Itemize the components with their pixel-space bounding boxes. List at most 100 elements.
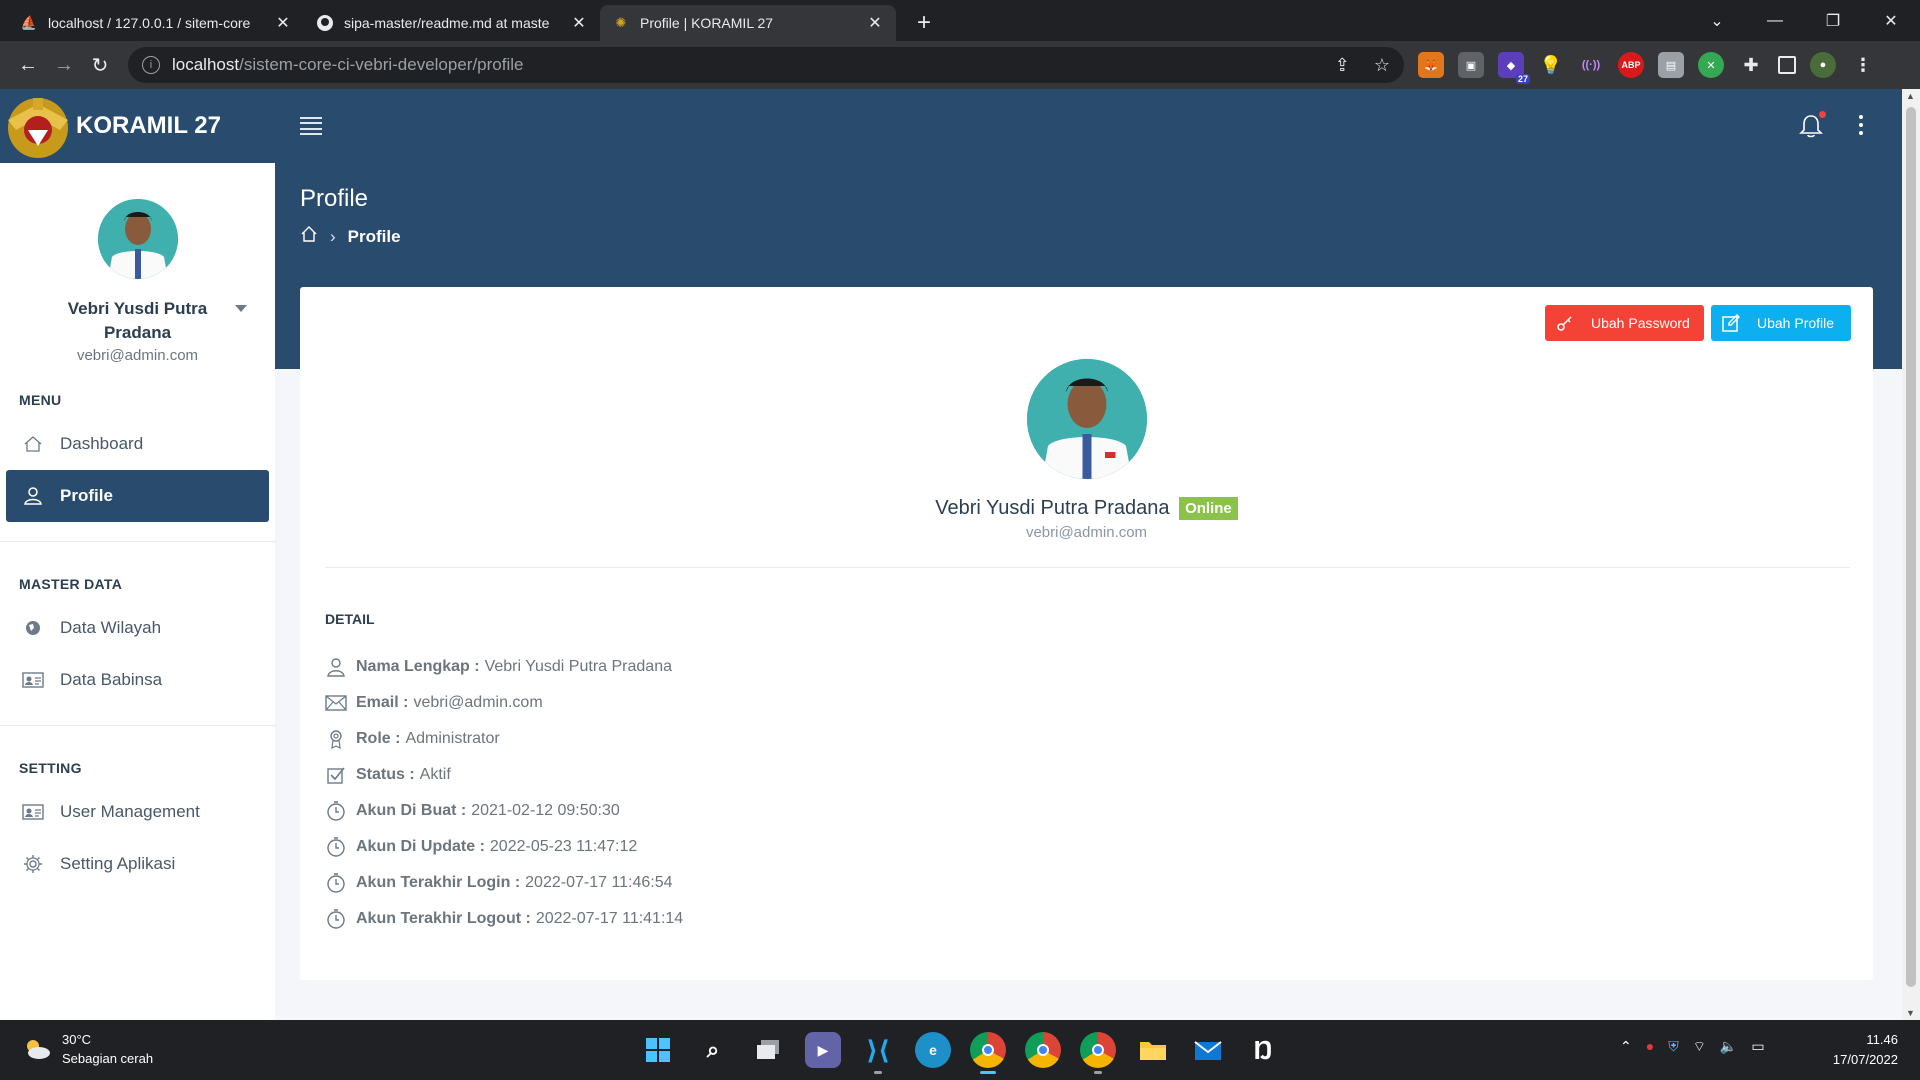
browser-tab-github[interactable]: sipa-master/readme.md at maste ✕ — [304, 5, 600, 41]
chrome-profile-icon[interactable] — [1025, 1032, 1061, 1068]
weather-widget[interactable]: 30°C Sebagian cerah — [22, 1030, 153, 1068]
detail-value: 2021-02-12 09:50:30 — [471, 802, 620, 819]
sidebar-item-user-management[interactable]: User Management — [6, 786, 269, 838]
mail-icon[interactable] — [1190, 1032, 1226, 1068]
edge-icon[interactable]: e — [915, 1032, 951, 1068]
close-window-button[interactable]: ✕ — [1862, 0, 1920, 41]
sidebar-item-setting-aplikasi[interactable]: Setting Aplikasi — [6, 838, 269, 890]
file-explorer-icon[interactable] — [1135, 1032, 1171, 1068]
breadcrumb-current: Profile — [347, 226, 401, 246]
side-panel-icon[interactable] — [1778, 56, 1796, 74]
detail-key: Akun Di Update : — [356, 838, 485, 855]
weather-temperature: 30°C — [62, 1032, 92, 1047]
window-controls: ⌄ — ❐ ✕ — [1688, 0, 1920, 41]
koramil-logo-icon: ✺ — [615, 15, 627, 30]
chrome-menu-icon[interactable]: ⋮ — [1850, 52, 1876, 78]
menu-heading-master-data: MASTER DATA — [19, 576, 123, 592]
profile-avatar — [1027, 359, 1147, 479]
detail-key: Akun Terakhir Logout : — [356, 910, 531, 927]
bookmark-star-icon[interactable]: ☆ — [1374, 55, 1390, 76]
sidebar-item-profile[interactable]: Profile — [6, 470, 269, 522]
sidebar-item-dashboard[interactable]: Dashboard — [6, 418, 269, 470]
more-options-icon[interactable] — [1858, 115, 1864, 135]
key-icon — [1555, 313, 1575, 333]
broadcast-icon[interactable]: ((·)) — [1578, 52, 1604, 78]
extension-x-icon[interactable]: ✕ — [1698, 52, 1724, 78]
new-tab-button[interactable]: + — [906, 5, 942, 41]
sidebar-user-name[interactable]: Vebri Yusdi Putra Pradana — [0, 297, 275, 345]
taskbar-clock[interactable]: 11.46 17/07/2022 — [1833, 1030, 1898, 1070]
vscode-icon[interactable]: ⟩⟨ — [860, 1032, 896, 1074]
scroll-up-icon[interactable]: ▲ — [1906, 91, 1915, 101]
edit-profile-button[interactable]: Ubah Profile — [1711, 305, 1851, 341]
back-button[interactable]: ← — [10, 47, 46, 83]
security-shield-icon[interactable]: ⛨ — [1668, 1038, 1679, 1056]
notification-bell-icon[interactable] — [1798, 111, 1826, 139]
teams-chat-icon[interactable]: ▶ — [805, 1032, 841, 1068]
share-icon[interactable]: ⇪ — [1335, 55, 1350, 76]
browser-tab-profile[interactable]: ✺ Profile | KORAMIL 27 ✕ — [600, 5, 896, 41]
detail-key: Role : — [356, 730, 401, 747]
detail-value: 2022-07-17 11:46:54 — [525, 874, 673, 891]
extension-window-icon[interactable]: ▣ — [1458, 52, 1484, 78]
detail-row-last-logout: Akun Terakhir Logout : 2022-07-17 11:41:… — [325, 901, 683, 937]
detail-value: Aktif — [419, 766, 451, 783]
hamburger-menu-icon[interactable] — [300, 117, 322, 135]
home-icon — [22, 433, 44, 455]
forward-button[interactable]: → — [46, 47, 82, 83]
adblock-plus-icon[interactable]: ABP — [1618, 52, 1644, 78]
site-info-icon[interactable]: i — [142, 56, 160, 74]
scrollbar-thumb[interactable] — [1906, 107, 1916, 987]
minimize-button[interactable]: — — [1746, 0, 1804, 41]
timer-icon — [325, 836, 347, 858]
windows-start-icon[interactable] — [640, 1032, 676, 1068]
detail-row-created: Akun Di Buat : 2021-02-12 09:50:30 — [325, 793, 683, 829]
close-icon[interactable]: ✕ — [570, 14, 588, 32]
tray-overflow-icon[interactable]: ⌃ — [1620, 1038, 1632, 1056]
wifi-icon[interactable]: ⌔ — [1693, 1038, 1706, 1056]
sidebar-item-label: User Management — [60, 802, 200, 821]
detail-value: 2022-07-17 11:41:14 — [535, 910, 684, 927]
notion-like-icon[interactable]: Ŋ — [1245, 1032, 1281, 1068]
address-bar[interactable]: i localhost/sistem-core-ci-vebri-develop… — [128, 47, 1404, 83]
reload-button[interactable]: ↻ — [82, 47, 118, 83]
task-view-icon[interactable] — [750, 1032, 786, 1068]
battery-icon[interactable]: ▭ — [1751, 1038, 1764, 1056]
sidebar-item-data-wilayah[interactable]: Data Wilayah — [6, 602, 269, 654]
close-icon[interactable]: ✕ — [274, 14, 292, 32]
weather-description: Sebagian cerah — [62, 1051, 154, 1066]
chrome-profile-2-icon[interactable] — [1080, 1032, 1116, 1074]
restore-button[interactable]: ❐ — [1804, 0, 1862, 41]
extensions-puzzle-icon[interactable]: ✚ — [1738, 52, 1764, 78]
phpmyadmin-icon: ⛵ — [20, 15, 38, 30]
browser-tab-phpmyadmin[interactable]: ⛵ localhost / 127.0.0.1 / sitem-core ✕ — [8, 5, 304, 41]
change-password-button[interactable]: Ubah Password — [1545, 305, 1704, 341]
extension-grey-icon[interactable]: ▤ — [1658, 52, 1684, 78]
detail-key: Akun Terakhir Login : — [356, 874, 521, 891]
metamask-icon[interactable]: 🦊 — [1418, 52, 1444, 78]
chrome-icon[interactable] — [970, 1032, 1006, 1074]
status-badge: Online — [1179, 497, 1238, 520]
search-icon[interactable]: ⌕ — [695, 1032, 731, 1068]
volume-icon[interactable]: 🔈 — [1720, 1038, 1737, 1056]
extension-badge-icon[interactable]: ◆ 27 — [1498, 52, 1530, 84]
caret-down-icon[interactable] — [235, 305, 247, 312]
detail-key: Akun Di Buat : — [356, 802, 467, 819]
taskbar-apps: ⌕ ▶ ⟩⟨ e Ŋ — [640, 1032, 1281, 1074]
tray-app-icon[interactable]: ● — [1646, 1038, 1654, 1056]
detail-heading: DETAIL — [325, 611, 375, 627]
home-icon[interactable] — [300, 225, 318, 248]
sidebar-item-data-babinsa[interactable]: Data Babinsa — [6, 654, 269, 706]
detail-value: vebri@admin.com — [413, 694, 543, 711]
timer-icon — [325, 872, 347, 894]
chevron-right-icon: › — [330, 226, 336, 246]
page-scrollbar[interactable]: ▲ ▼ — [1902, 89, 1920, 1020]
tab-search-icon[interactable]: ⌄ — [1688, 0, 1746, 41]
brand[interactable]: KORAMIL 27 — [0, 89, 275, 163]
sidebar-user-email: vebri@admin.com — [76, 347, 199, 364]
profile-avatar-icon[interactable]: ● — [1810, 52, 1836, 78]
close-icon[interactable]: ✕ — [866, 14, 884, 32]
lightbulb-icon[interactable]: 💡 — [1538, 52, 1564, 78]
avatar[interactable] — [97, 199, 178, 279]
scroll-down-icon[interactable]: ▼ — [1906, 1008, 1915, 1018]
